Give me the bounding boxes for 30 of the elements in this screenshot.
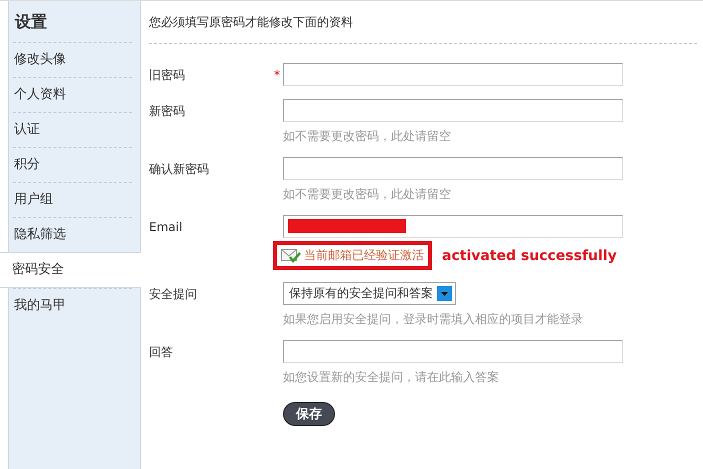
- question-dropdown[interactable]: 保持原有的安全提问和答案: [283, 282, 456, 305]
- save-button[interactable]: 保存: [283, 402, 335, 426]
- sidebar-item[interactable]: 积分: [13, 147, 132, 182]
- required-mark: *: [274, 68, 280, 82]
- input-field[interactable]: [283, 63, 623, 86]
- mail-check-icon: [281, 248, 301, 262]
- sidebar-item[interactable]: 修改头像: [13, 42, 132, 77]
- field-label: 新密码: [149, 103, 186, 120]
- sidebar-item[interactable]: 我的马甲: [13, 288, 132, 323]
- field-label: 确认新密码: [149, 161, 210, 178]
- notice-text: 您必须填写原密码才能修改下面的资料: [149, 1, 697, 44]
- annotation-text: activated successfully: [442, 248, 617, 264]
- input-field[interactable]: [283, 340, 623, 363]
- hint-text: 如果您启用安全提问，登录时需填入相应的项目才能登录: [283, 311, 583, 328]
- hint-text: 如您设置新的安全提问，请在此输入答案: [283, 369, 500, 386]
- sidebar-item[interactable]: 个人资料: [13, 77, 132, 112]
- sidebar-item[interactable]: 认证: [13, 112, 132, 147]
- field-label: 安全提问: [149, 286, 198, 303]
- sidebar-item[interactable]: 用户组: [13, 182, 132, 217]
- input-field[interactable]: [283, 99, 623, 122]
- verified-status-text: 当前邮箱已经验证激活: [304, 247, 424, 264]
- email-field[interactable]: [283, 215, 623, 238]
- sidebar-item[interactable]: 密码安全: [0, 252, 141, 288]
- field-label: Email: [149, 219, 184, 236]
- hint-text: 如不需要更改密码，此处请留空: [283, 186, 452, 203]
- hint-text: 如不需要更改密码，此处请留空: [283, 128, 452, 145]
- field-label: 旧密码: [149, 67, 186, 84]
- sidebar-title: 设置: [14, 11, 48, 33]
- input-field[interactable]: [283, 157, 623, 180]
- field-label: 回答: [149, 344, 174, 361]
